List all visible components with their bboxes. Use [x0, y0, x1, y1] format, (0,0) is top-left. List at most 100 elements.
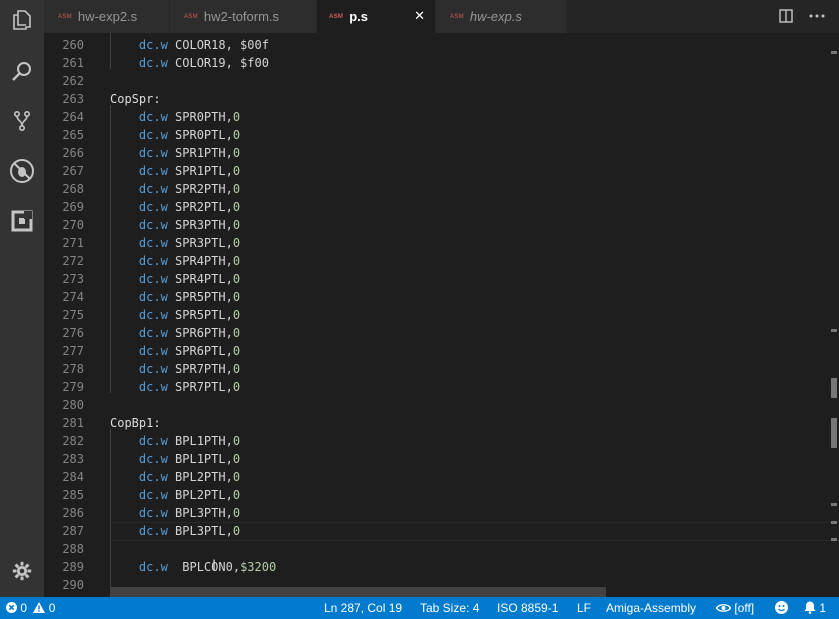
line-number: 290 [62, 578, 84, 592]
code-text: dc.w BPLCON0,$3200 [110, 558, 276, 576]
label-token: CopSpr: [110, 92, 161, 106]
number-token: 0 [232, 452, 241, 466]
number-token: 0 [232, 164, 241, 178]
cursor-position[interactable]: Ln 287, Col 19 [324, 597, 402, 619]
source-control-icon[interactable] [6, 105, 38, 137]
text-token: BPL3PTH, [167, 506, 233, 520]
problems-indicator[interactable]: 0 0 [6, 597, 55, 619]
text-token: SPR2PTL, [167, 200, 233, 214]
tab-label: hw2-toform.s [203, 9, 280, 24]
line-number: 277 [62, 344, 84, 358]
line-number: 280 [62, 398, 84, 412]
code-text: dc.w SPR6PTH,0 [110, 324, 240, 342]
keyword-token: dc.w [138, 452, 168, 466]
keyword-token: dc.w [138, 488, 168, 502]
vertical-scrollbar[interactable] [825, 33, 839, 597]
text-token: COLOR18, $00f [167, 38, 269, 52]
code-text: dc.w SPR3PTL,0 [110, 234, 240, 252]
explorer-icon[interactable] [6, 4, 38, 36]
keyword-token: dc.w [138, 200, 168, 214]
debug-icon[interactable] [6, 155, 38, 187]
number-token: 0 [232, 326, 241, 340]
number-token: $3200 [240, 560, 277, 574]
tab-bar: ASM hw-exp2.s ASM hw2-toform.s ASM p.s ✕… [44, 0, 839, 33]
number-token: 0 [232, 434, 241, 448]
end-of-line[interactable]: LF [577, 597, 591, 619]
line-number: 262 [62, 74, 84, 88]
tab-p-s[interactable]: ASM p.s ✕ [317, 0, 435, 33]
file-encoding[interactable]: ISO 8859-1 [497, 597, 558, 619]
number-token: 0 [232, 362, 241, 376]
more-actions-icon[interactable] [809, 14, 825, 18]
label-token: CopBp1: [110, 416, 161, 430]
line-number: 263 [62, 92, 84, 106]
line-number: 264 [62, 110, 84, 124]
keyword-token: dc.w [138, 56, 168, 70]
line-number: 274 [62, 290, 84, 304]
close-icon[interactable]: ✕ [414, 8, 425, 24]
tab-hw-exp2[interactable]: ASM hw-exp2.s [44, 0, 169, 33]
number-token: 0 [232, 254, 241, 268]
keyword-token: dc.w [138, 38, 168, 52]
notifications[interactable]: 1 [804, 597, 826, 619]
code-editor[interactable]: 260 dc.w COLOR18, $00f 261 dc.w COLOR19, … [44, 33, 839, 597]
code-text: CopBp1: [110, 414, 161, 432]
code-text: dc.w BPL2PTL,0 [110, 486, 240, 504]
code-text: dc.w SPR5PTL,0 [110, 306, 240, 324]
keyword-token: dc.w [138, 308, 168, 322]
number-token: 0 [232, 182, 241, 196]
settings-gear-icon[interactable] [6, 555, 38, 587]
text-token: BPL1PTH, [167, 434, 233, 448]
code-text: dc.w SPR0PTL,0 [110, 126, 240, 144]
keyword-token: dc.w [138, 110, 168, 124]
line-number: 260 [62, 38, 84, 52]
tab-size[interactable]: Tab Size: 4 [420, 597, 479, 619]
language-mode[interactable]: Amiga-Assembly [606, 597, 696, 619]
number-token: 0 [232, 344, 241, 358]
error-icon [6, 602, 17, 613]
text-token: SPR0PTL, [167, 128, 233, 142]
code-text: dc.w BPL3PTH,0 [110, 504, 240, 522]
line-number: 289 [62, 560, 84, 574]
line-number: 286 [62, 506, 84, 520]
text-token: SPR5PTL, [167, 308, 233, 322]
error-count: 0 [20, 601, 28, 615]
line-number: 276 [62, 326, 84, 340]
tab-hw2-toform[interactable]: ASM hw2-toform.s [170, 0, 316, 33]
text-token: SPR5PTH, [167, 290, 233, 304]
line-number: 275 [62, 308, 84, 322]
text-token: BPL2PTL, [167, 488, 233, 502]
search-icon[interactable] [6, 55, 38, 87]
horizontal-scrollbar[interactable] [110, 587, 606, 597]
code-text: dc.w SPR7PTH,0 [110, 360, 240, 378]
number-token: 0 [232, 200, 241, 214]
asm-file-icon: ASM [58, 13, 72, 20]
tab-label: p.s [349, 9, 369, 24]
split-editor-icon[interactable] [779, 9, 793, 23]
keyword-token: dc.w [138, 524, 168, 538]
keyword-token: dc.w [138, 560, 168, 574]
line-number: 281 [62, 416, 84, 430]
text-token: SPR1PTH, [167, 146, 233, 160]
code-text: dc.w BPL1PTH,0 [110, 432, 240, 450]
feedback-smiley-icon[interactable] [775, 597, 788, 619]
keyword-token: dc.w [138, 164, 168, 178]
preview-toggle[interactable]: [off] [715, 597, 754, 619]
text-token: BPL1PTL, [167, 452, 233, 466]
tab-label: hw-exp2.s [77, 9, 138, 24]
keyword-token: dc.w [138, 362, 168, 376]
text-token: SPR2PTH, [167, 182, 233, 196]
keyword-token: dc.w [138, 128, 168, 142]
number-token: 0 [232, 272, 241, 286]
extensions-icon[interactable] [6, 205, 38, 237]
number-token: 0 [232, 380, 241, 394]
line-number: 273 [62, 272, 84, 286]
tab-hw-exp[interactable]: ASM hw-exp.s [436, 0, 566, 33]
